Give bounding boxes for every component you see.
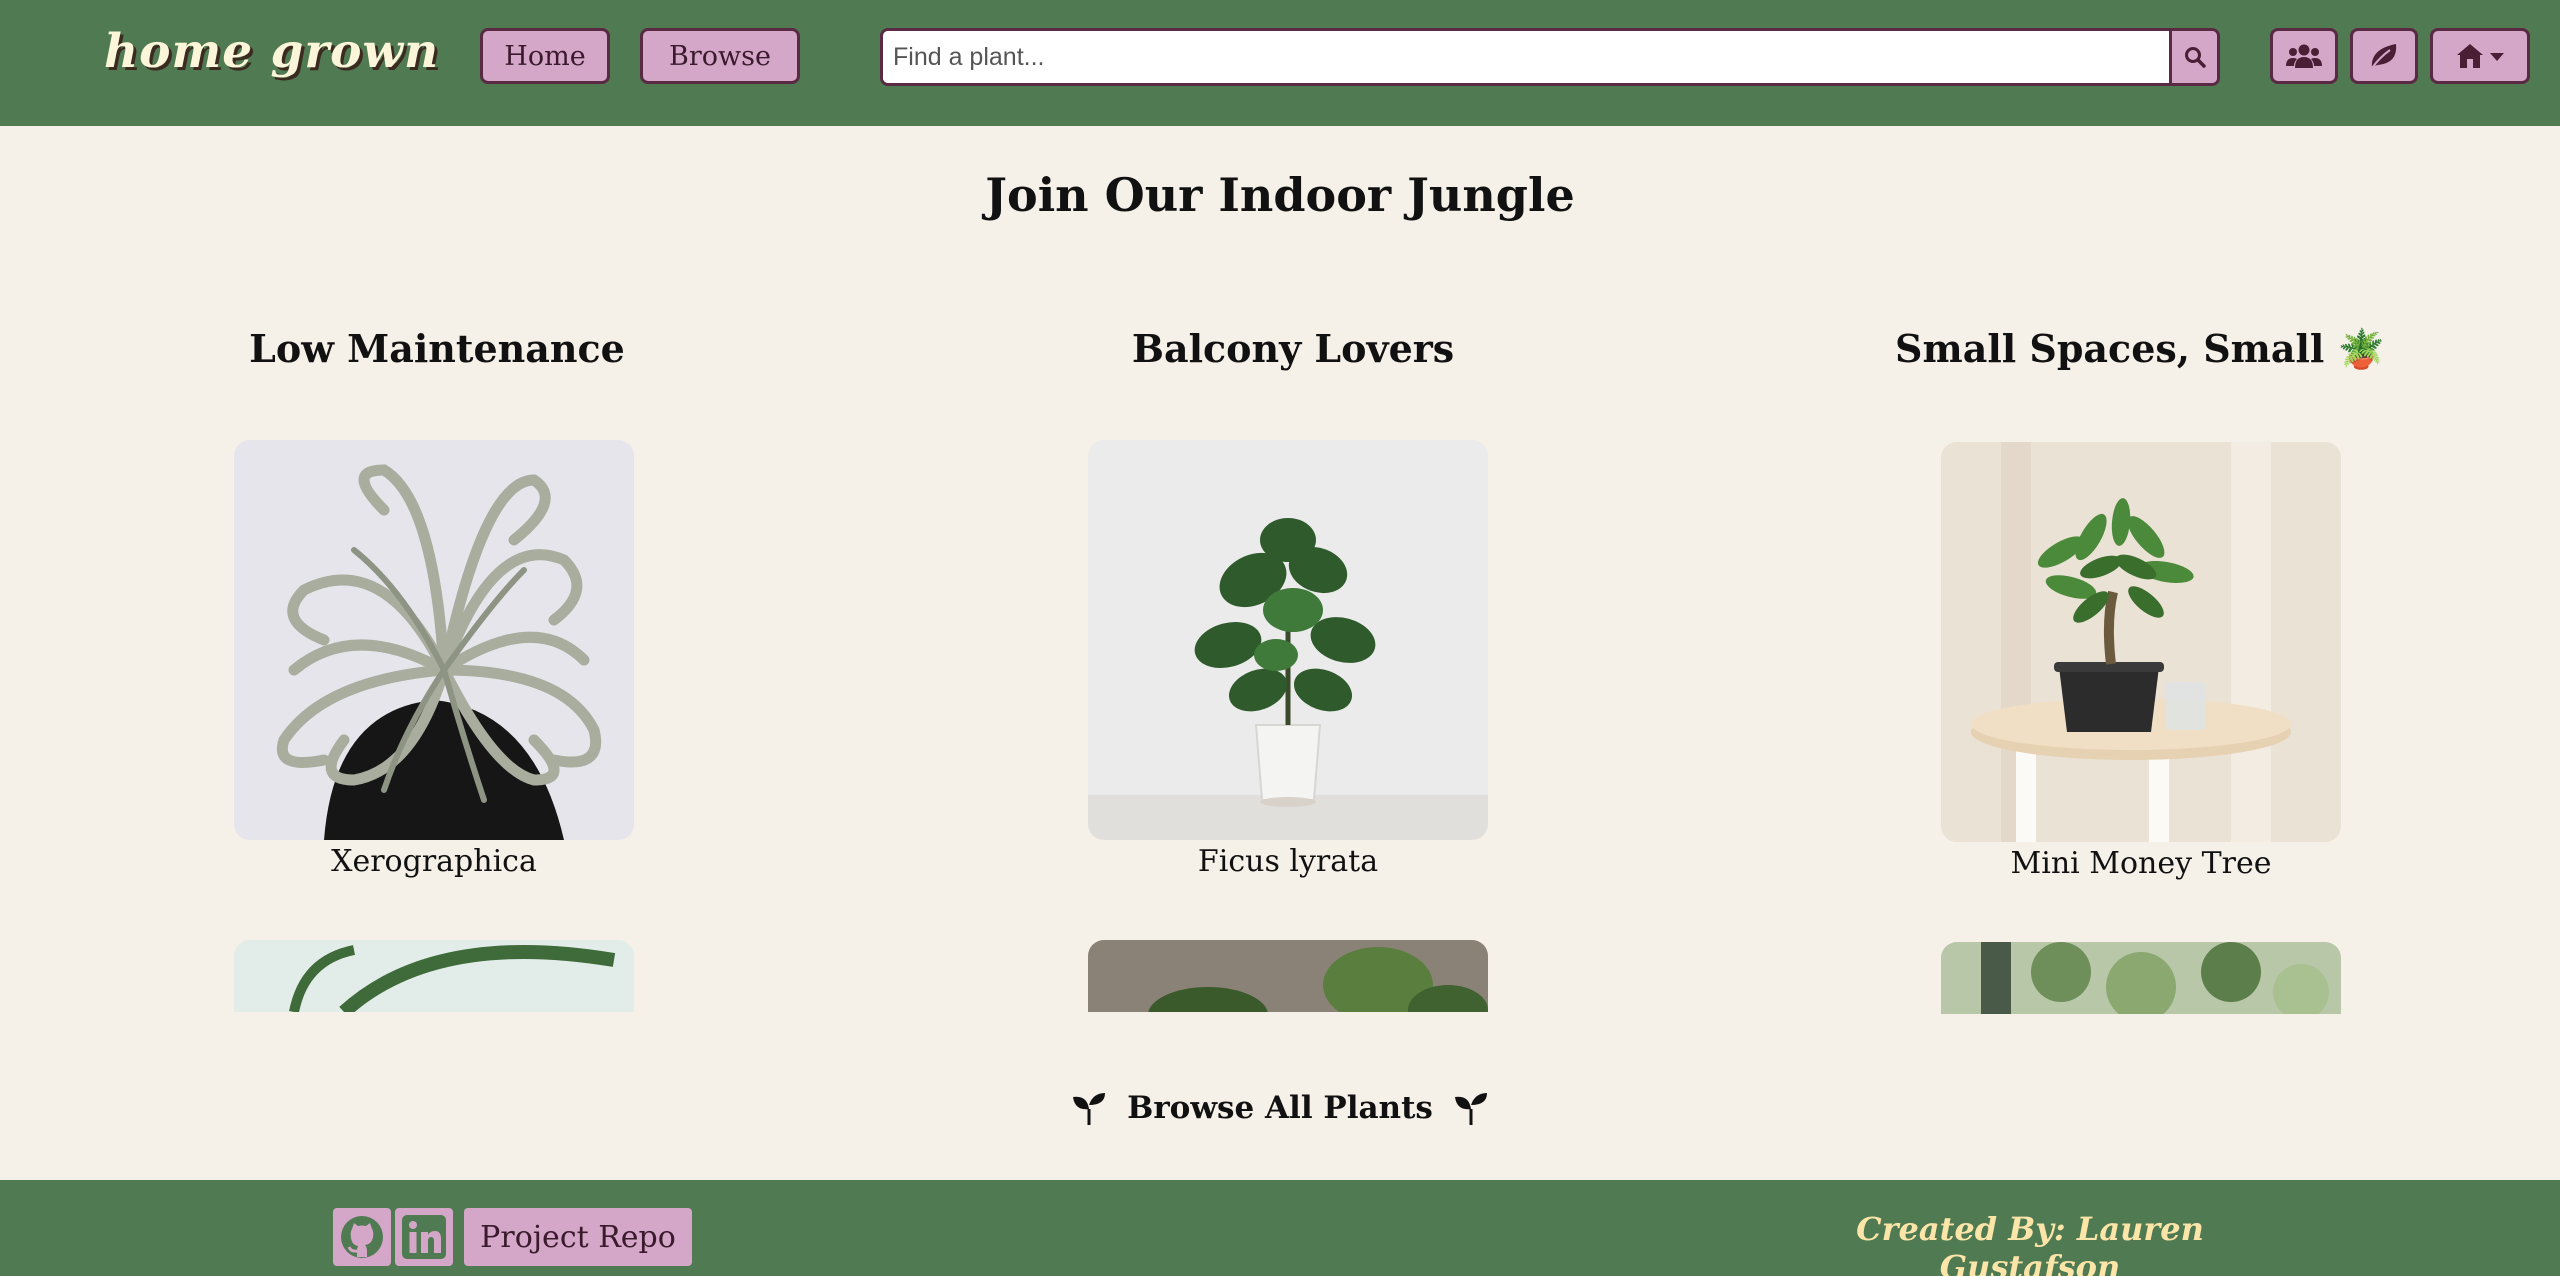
search-button[interactable] — [2169, 31, 2217, 83]
community-button[interactable] — [2270, 28, 2338, 84]
home-dropdown-icon — [2457, 44, 2504, 68]
top-navbar: home grown Home Browse — [0, 0, 2560, 126]
home-nav-button[interactable]: Home — [480, 28, 610, 84]
page-title: Join Our Indoor Jungle — [985, 168, 1575, 222]
plant-image-xerographica[interactable] — [234, 440, 634, 840]
account-menu-button[interactable] — [2430, 28, 2530, 84]
plant-image-ficus-lyrata[interactable] — [1088, 440, 1488, 840]
category-title-balcony-lovers: Balcony Lovers — [1131, 326, 1455, 371]
plant-image-peek-1[interactable] — [234, 940, 634, 1012]
sprout-icon — [1454, 1093, 1487, 1125]
plant-name-xerographica[interactable]: Xerographica — [234, 844, 634, 879]
search-input[interactable] — [883, 31, 2168, 83]
users-icon — [2286, 44, 2322, 68]
site-logo[interactable]: home grown — [104, 24, 439, 79]
search-bar — [880, 28, 2220, 86]
fiddle-leaf-fig-illustration — [1088, 440, 1488, 840]
my-plants-button[interactable] — [2350, 28, 2418, 84]
search-icon — [2184, 47, 2206, 68]
project-repo-button[interactable]: Project Repo — [464, 1208, 692, 1266]
potted-plant-icon: 🪴 — [2337, 326, 2385, 371]
github-icon — [341, 1216, 383, 1258]
sprout-icon — [1073, 1093, 1106, 1125]
linkedin-link[interactable] — [395, 1208, 453, 1266]
browse-all-plants-label: Browse All Plants — [1127, 1090, 1433, 1126]
plant-image-mini-money-tree[interactable] — [1941, 442, 2341, 842]
air-plant-illustration — [234, 440, 634, 840]
category-title-small-spaces: Small Spaces, Small 🪴 — [1790, 326, 2490, 372]
browse-nav-button[interactable]: Browse — [640, 28, 800, 84]
footer: Project Repo Created By: Lauren Gustafso… — [0, 1180, 2560, 1276]
browse-all-plants-link[interactable]: Browse All Plants — [0, 1090, 2560, 1126]
plant-image-peek-3[interactable] — [1941, 942, 2341, 1014]
category-title-low-maintenance: Low Maintenance — [249, 326, 625, 371]
plant-name-ficus-lyrata[interactable]: Ficus lyrata — [1088, 844, 1488, 879]
linkedin-icon — [402, 1215, 446, 1259]
category-title-small-spaces-text: Small Spaces, Small — [1895, 326, 2325, 371]
money-tree-illustration — [1941, 442, 2341, 842]
leaf-icon — [2371, 44, 2397, 69]
plant-image-peek-2[interactable] — [1088, 940, 1488, 1012]
plant-name-mini-money-tree[interactable]: Mini Money Tree — [1941, 846, 2341, 881]
github-link[interactable] — [333, 1208, 391, 1266]
author-credit: Created By: Lauren Gustafson — [1856, 1210, 2204, 1276]
